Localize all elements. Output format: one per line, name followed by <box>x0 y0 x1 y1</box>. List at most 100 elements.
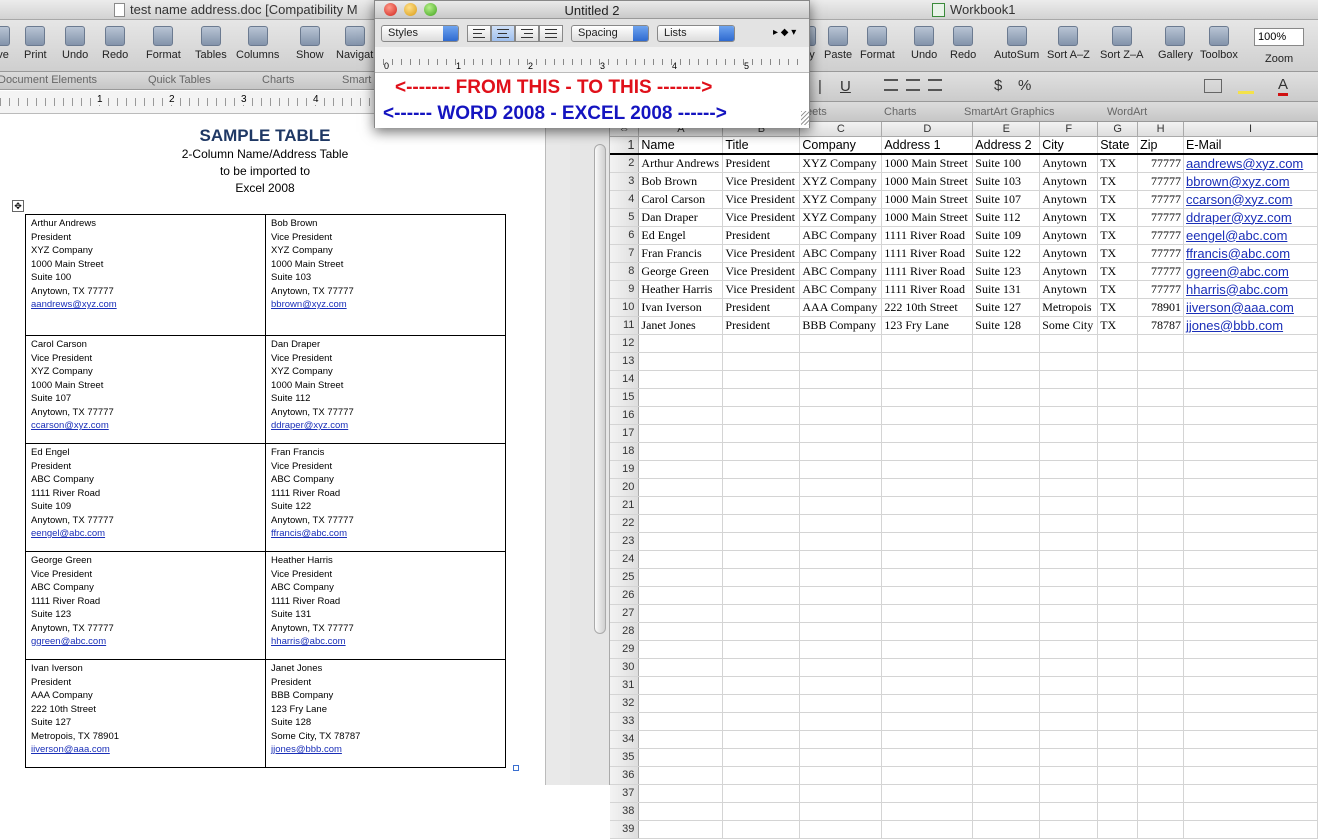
cell[interactable] <box>1039 622 1099 641</box>
cell[interactable] <box>1039 712 1099 731</box>
cell[interactable] <box>722 748 801 767</box>
cell[interactable] <box>1039 820 1099 839</box>
cell[interactable] <box>881 514 974 533</box>
cell[interactable] <box>1137 406 1185 425</box>
cell[interactable] <box>1137 334 1185 353</box>
cell[interactable]: Some City <box>1039 316 1099 335</box>
cell[interactable]: ffrancis@abc.com <box>1183 244 1318 263</box>
justify-button[interactable] <box>539 25 563 42</box>
cell[interactable] <box>881 442 974 461</box>
cell[interactable] <box>722 586 801 605</box>
row-header[interactable]: 3 <box>610 172 640 191</box>
cell[interactable] <box>1137 748 1185 767</box>
email-link[interactable]: jjones@bbb.com <box>271 743 500 757</box>
column-header[interactable]: F <box>1039 122 1099 137</box>
align-right-icon[interactable] <box>928 79 942 91</box>
cell[interactable]: TX <box>1097 172 1139 191</box>
cell[interactable] <box>1097 388 1139 407</box>
cell[interactable] <box>881 676 974 695</box>
cell[interactable] <box>799 352 883 371</box>
cell[interactable] <box>1097 694 1139 713</box>
column-header[interactable]: C <box>799 122 883 137</box>
cell[interactable] <box>1039 748 1099 767</box>
cell[interactable]: Suite 127 <box>972 298 1041 317</box>
row-header[interactable]: 37 <box>610 784 640 803</box>
cell[interactable] <box>638 532 724 551</box>
email-link[interactable]: aandrews@xyz.com <box>31 298 260 312</box>
row-header[interactable]: 19 <box>610 460 640 479</box>
cell[interactable]: 78901 <box>1137 298 1185 317</box>
email-link[interactable]: hharris@abc.com <box>271 635 500 649</box>
cell[interactable] <box>1097 424 1139 443</box>
cell[interactable]: Address 2 <box>972 136 1041 155</box>
cell[interactable] <box>1039 676 1099 695</box>
cell[interactable] <box>1097 802 1139 821</box>
row-header[interactable]: 2 <box>610 154 640 173</box>
cell[interactable] <box>1183 550 1318 569</box>
cell[interactable] <box>972 460 1041 479</box>
cell[interactable]: Anytown <box>1039 154 1099 173</box>
cell[interactable] <box>638 586 724 605</box>
cell[interactable]: Dan Draper <box>638 208 724 227</box>
cell[interactable]: 77777 <box>1137 244 1185 263</box>
fill-color-icon[interactable] <box>1238 78 1254 94</box>
cell[interactable]: Address 1 <box>881 136 974 155</box>
column-header[interactable]: I <box>1183 122 1318 137</box>
row-header[interactable]: 11 <box>610 316 640 335</box>
row-header[interactable]: 17 <box>610 424 640 443</box>
cell[interactable] <box>972 352 1041 371</box>
cell[interactable] <box>722 442 801 461</box>
cell[interactable] <box>1039 784 1099 803</box>
format-button[interactable]: Format <box>860 26 895 61</box>
cell[interactable] <box>972 712 1041 731</box>
cell[interactable] <box>1097 352 1139 371</box>
cell[interactable] <box>799 640 883 659</box>
cell[interactable]: President <box>722 316 801 335</box>
cell[interactable]: BBB Company <box>799 316 883 335</box>
sort-z-a-button[interactable]: Sort Z–A <box>1100 26 1143 61</box>
cell[interactable]: Anytown <box>1039 280 1099 299</box>
cell[interactable]: State <box>1097 136 1139 155</box>
cell[interactable] <box>1039 730 1099 749</box>
cell[interactable] <box>972 748 1041 767</box>
cell[interactable] <box>881 406 974 425</box>
cell[interactable] <box>722 550 801 569</box>
cell[interactable] <box>1039 406 1099 425</box>
cell[interactable] <box>1137 496 1185 515</box>
cell[interactable]: TX <box>1097 154 1139 173</box>
email-link[interactable]: iiverson@aaa.com <box>31 743 260 757</box>
lists-dropdown[interactable]: Lists <box>657 25 735 42</box>
row-header[interactable]: 15 <box>610 388 640 407</box>
cell[interactable] <box>1039 370 1099 389</box>
cell[interactable] <box>1097 370 1139 389</box>
cell[interactable] <box>881 424 974 443</box>
cell[interactable] <box>1039 694 1099 713</box>
save-button[interactable]: ave <box>0 26 10 61</box>
cell[interactable] <box>1097 550 1139 569</box>
row-header[interactable]: 38 <box>610 802 640 821</box>
cell[interactable] <box>1183 604 1318 623</box>
cell[interactable]: Vice President <box>722 190 801 209</box>
cell[interactable] <box>1137 730 1185 749</box>
redo-button[interactable]: Redo <box>950 26 976 61</box>
cell[interactable]: Anytown <box>1039 190 1099 209</box>
cell[interactable] <box>1097 676 1139 695</box>
styles-dropdown[interactable]: Styles <box>381 25 459 42</box>
cell[interactable] <box>638 496 724 515</box>
row-header[interactable]: 26 <box>610 586 640 605</box>
cell[interactable]: Bob Brown <box>638 172 724 191</box>
cell[interactable] <box>881 640 974 659</box>
cell[interactable] <box>638 514 724 533</box>
cell[interactable] <box>799 730 883 749</box>
cell[interactable] <box>972 334 1041 353</box>
cell[interactable] <box>799 694 883 713</box>
cell[interactable]: TX <box>1097 298 1139 317</box>
cell[interactable] <box>638 478 724 497</box>
tab-smartart[interactable]: Smart <box>342 74 371 86</box>
row-header[interactable]: 35 <box>610 748 640 767</box>
cell[interactable] <box>972 784 1041 803</box>
cell[interactable]: Anytown <box>1039 262 1099 281</box>
cell[interactable]: 1111 River Road <box>881 226 974 245</box>
cell[interactable]: 77777 <box>1137 190 1185 209</box>
cell[interactable] <box>1183 622 1318 641</box>
